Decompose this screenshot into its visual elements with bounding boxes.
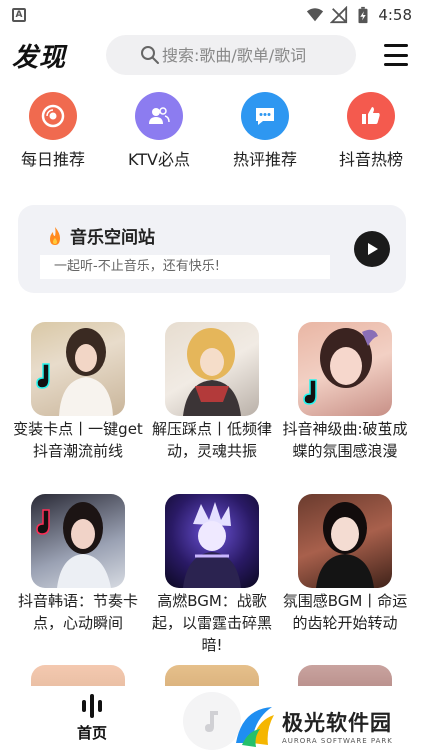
music-space-banner[interactable]: 音乐空间站 一起听-不止音乐，还有快乐! [18, 205, 406, 293]
playlist-title: 解压踩点丨低频律动，灵魂共振 [151, 420, 272, 460]
nav-home-label: 首页 [76, 724, 107, 742]
music-note-icon [205, 711, 218, 732]
page-title: 发现 [12, 42, 67, 73]
playlist-title: 氛围感BGM丨命运的齿轮开始转动 [282, 592, 408, 632]
battery-charging-icon [358, 6, 368, 24]
wifi-icon [307, 8, 324, 22]
play-button[interactable] [354, 231, 390, 267]
quick-entry-daily[interactable]: 每日推荐 [0, 92, 106, 170]
search-bar[interactable] [106, 35, 362, 75]
quick-entry-label: 抖音热榜 [338, 150, 403, 169]
comment-icon [241, 92, 289, 140]
watermark-title: 极光软件园 [282, 711, 392, 735]
quick-entry-douyin-chart[interactable]: 抖音热榜 [318, 92, 424, 170]
watermark: 极光软件园 AURORA SOFTWARE PARK [232, 702, 422, 750]
thumbs-up-icon [347, 92, 395, 140]
quick-entry-label: KTV必点 [128, 150, 190, 169]
no-signal-icon [330, 6, 348, 24]
playlist-cover [31, 494, 125, 588]
app-notification-icon: A [12, 8, 26, 22]
flame-icon [50, 226, 60, 245]
playlist-cover [298, 494, 392, 588]
status-bar: A 4:58 [0, 0, 424, 30]
status-indicators: 4:58 [306, 6, 412, 24]
playlist-title: 高燃BGM：战歌起，以雷霆击碎黑暗! [151, 592, 272, 654]
search-input[interactable] [162, 45, 362, 65]
search-icon [141, 46, 159, 64]
header: 发现 [0, 32, 424, 78]
quick-entry-ktv[interactable]: KTV必点 [106, 92, 212, 170]
play-icon [368, 243, 378, 255]
playlist-cover [298, 322, 392, 416]
nav-home[interactable]: 首页 [70, 692, 114, 743]
banner-title: 音乐空间站 [70, 228, 155, 248]
playlist-title: 抖音韩语：节奏卡点，心动瞬间 [17, 592, 138, 632]
quick-entry-comments[interactable]: 热评推荐 [212, 92, 318, 170]
quick-entry-label: 每日推荐 [20, 150, 85, 169]
playlist-title: 变装卡点丨一键get抖音潮流前线 [13, 420, 143, 460]
playlist-cover [165, 322, 259, 416]
quick-entry-label: 热评推荐 [232, 150, 297, 169]
playlist-title: 抖音神级曲:破茧成蝶的氛围感浪漫 [282, 420, 408, 460]
equalizer-icon [82, 694, 102, 718]
playlist-cover [165, 494, 259, 588]
vinyl-icon [29, 92, 77, 140]
aurora-logo [236, 707, 274, 747]
playlist-cover [31, 322, 125, 416]
quick-entries: 每日推荐 KTV必点 热评推荐 抖音热榜 [0, 92, 424, 170]
menu-icon[interactable] [384, 44, 408, 66]
clock: 4:58 [378, 6, 412, 24]
watermark-subtitle: AURORA SOFTWARE PARK [282, 737, 393, 745]
banner-title-row: 音乐空间站 [46, 223, 155, 248]
users-icon [135, 92, 183, 140]
banner-subtitle: 一起听-不止音乐，还有快乐! [40, 255, 330, 279]
